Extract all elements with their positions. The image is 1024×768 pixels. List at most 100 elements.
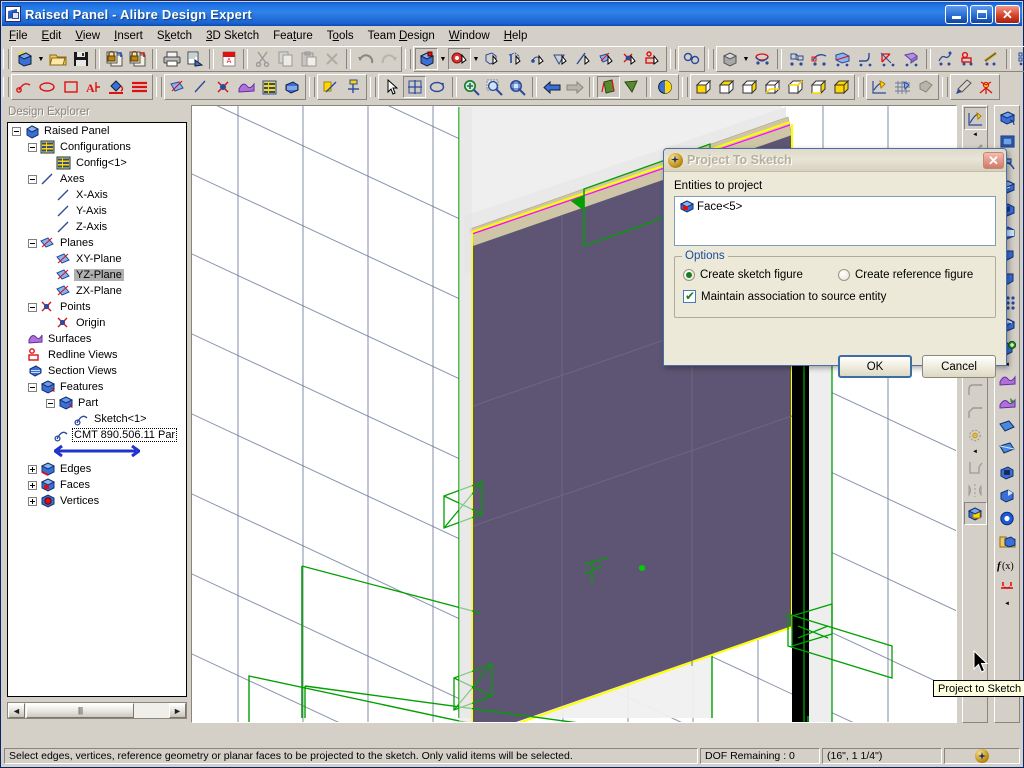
show-sketches-button[interactable] <box>868 76 891 98</box>
tree-node-redline-views[interactable]: Redline Views <box>8 347 186 363</box>
scroll-left-button[interactable]: ◄ <box>8 703 25 718</box>
delete-button[interactable] <box>320 48 343 70</box>
toolbar-grip[interactable] <box>670 49 676 69</box>
entities-list[interactable]: Face<5> <box>674 196 996 246</box>
dimension-dropdown-arrow-icon[interactable]: ◄ <box>996 599 1019 608</box>
activate-2d-sketch-button[interactable] <box>963 107 987 130</box>
extrude-dropdown-arrow-icon[interactable]: ▼ <box>741 48 751 70</box>
view-bottom-button[interactable] <box>807 76 830 98</box>
tree-node-section-views[interactable]: Section Views <box>8 363 186 379</box>
new-button[interactable] <box>13 48 36 70</box>
radio-create-sketch-figure[interactable] <box>683 269 695 281</box>
tree-node-y-axis[interactable]: Y-Axis <box>8 203 186 219</box>
tree-node-cmt-part[interactable]: CMT 890.506.11 Par <box>8 427 186 443</box>
menu-3d-sketch[interactable]: 3D Sketch <box>199 28 266 44</box>
view-right-button[interactable] <box>761 76 784 98</box>
constraints-button[interactable] <box>680 48 703 70</box>
toolbar-grip[interactable] <box>156 77 162 97</box>
entity-list-item[interactable]: Face<5> <box>679 200 991 214</box>
tree-node-zx-plane[interactable]: ZX-Plane <box>8 283 186 299</box>
offset-dropdown-arrow-icon[interactable]: ◄ <box>964 447 987 456</box>
toolbar-grip[interactable] <box>3 77 9 97</box>
select-edge-button[interactable] <box>504 48 527 70</box>
revolve-boss-button[interactable] <box>751 48 774 70</box>
equation-button[interactable]: f (x) <box>996 553 1019 576</box>
dialog-close-button[interactable]: ✕ <box>983 151 1004 169</box>
expand-toggle[interactable] <box>28 496 37 506</box>
tree-node-surfaces[interactable]: Surfaces <box>8 331 186 347</box>
toolbar-grip[interactable] <box>858 77 864 97</box>
section-view-button[interactable] <box>281 76 304 98</box>
mirror-button[interactable] <box>964 479 987 502</box>
redo-button[interactable] <box>377 48 400 70</box>
print-preview-button[interactable] <box>183 48 206 70</box>
menu-feature[interactable]: Feature <box>266 28 320 44</box>
tree-node-features[interactable]: Features <box>8 379 186 395</box>
paste-button[interactable] <box>297 48 320 70</box>
surface-button[interactable] <box>235 76 258 98</box>
hatch-button[interactable] <box>128 76 151 98</box>
select-feature-dropdown-arrow-icon[interactable]: ▼ <box>471 48 481 70</box>
sketch-text-button[interactable]: A <box>82 76 105 98</box>
maximize-button[interactable] <box>970 4 993 24</box>
view-back-button[interactable] <box>715 76 738 98</box>
render-mode-button[interactable] <box>654 76 677 98</box>
menu-view[interactable]: View <box>68 28 107 44</box>
tree-node-origin[interactable]: Origin <box>8 315 186 331</box>
create-reference-figure-option[interactable]: Create reference figure <box>838 269 993 281</box>
menu-file[interactable]: File <box>2 28 35 44</box>
toolbar-grip[interactable] <box>405 49 411 69</box>
tree-node-faces[interactable]: Faces <box>8 477 186 493</box>
check-out-button[interactable] <box>103 48 126 70</box>
view-isometric-button[interactable] <box>830 76 853 98</box>
tree-node-x-axis[interactable]: X-Axis <box>8 187 186 203</box>
toolbar-grip[interactable] <box>309 77 315 97</box>
pan-button[interactable] <box>403 76 426 98</box>
select-part-dropdown-arrow-icon[interactable]: ▼ <box>438 48 448 70</box>
select-axis-button[interactable] <box>573 48 596 70</box>
menu-edit[interactable]: Edit <box>35 28 69 44</box>
color-properties-button[interactable] <box>952 76 975 98</box>
tree-node-yz-plane[interactable]: YZ-Plane <box>8 267 186 283</box>
project-to-sketch-button[interactable] <box>963 502 987 525</box>
normal-to-button[interactable] <box>597 76 620 98</box>
select-face-button[interactable] <box>481 48 504 70</box>
tree-node-z-axis[interactable]: Z-Axis <box>8 219 186 235</box>
tree-node-raised-panel[interactable]: Raised Panel <box>8 123 186 139</box>
select-sketch-button[interactable] <box>550 48 573 70</box>
menu-window[interactable]: Window <box>442 28 497 44</box>
select-vertex-button[interactable] <box>527 48 550 70</box>
ellipse-button[interactable] <box>36 76 59 98</box>
extrude-boss-button[interactable] <box>718 48 741 70</box>
insert-file-button[interactable] <box>996 530 1019 553</box>
checkbox-maintain-association[interactable] <box>683 289 696 303</box>
fill-region-button[interactable] <box>105 76 128 98</box>
plane-button[interactable] <box>166 76 189 98</box>
trim-surface-button[interactable] <box>996 392 1019 415</box>
rotate-button[interactable] <box>426 76 449 98</box>
sweep-boss-button[interactable] <box>808 48 831 70</box>
dimension-button[interactable] <box>996 576 1019 599</box>
print-button[interactable] <box>160 48 183 70</box>
extrude-boss-button[interactable] <box>996 107 1019 130</box>
axis-button[interactable] <box>189 76 212 98</box>
ok-button[interactable]: OK <box>838 355 912 378</box>
tree-node-rollback-bar[interactable] <box>8 443 186 461</box>
fillet-button[interactable] <box>854 48 877 70</box>
tree-node-config-1[interactable]: Config<1> <box>8 155 186 171</box>
axis-button[interactable] <box>996 461 1019 484</box>
point-button[interactable] <box>212 76 235 98</box>
physical-properties-button[interactable] <box>975 76 998 98</box>
save-button[interactable] <box>69 48 92 70</box>
sketch-figure-button[interactable] <box>13 76 36 98</box>
tree-node-part[interactable]: Part <box>8 395 186 411</box>
toolbar-grip[interactable] <box>682 77 688 97</box>
select-arrow-button[interactable] <box>380 76 403 98</box>
close-button[interactable]: ✕ <box>995 4 1020 24</box>
cut-button[interactable] <box>251 48 274 70</box>
thread-button[interactable] <box>957 48 980 70</box>
zoom-fit-button[interactable] <box>506 76 529 98</box>
copy-button[interactable] <box>274 48 297 70</box>
menu-sketch[interactable]: Sketch <box>150 28 199 44</box>
next-view-button[interactable] <box>563 76 586 98</box>
